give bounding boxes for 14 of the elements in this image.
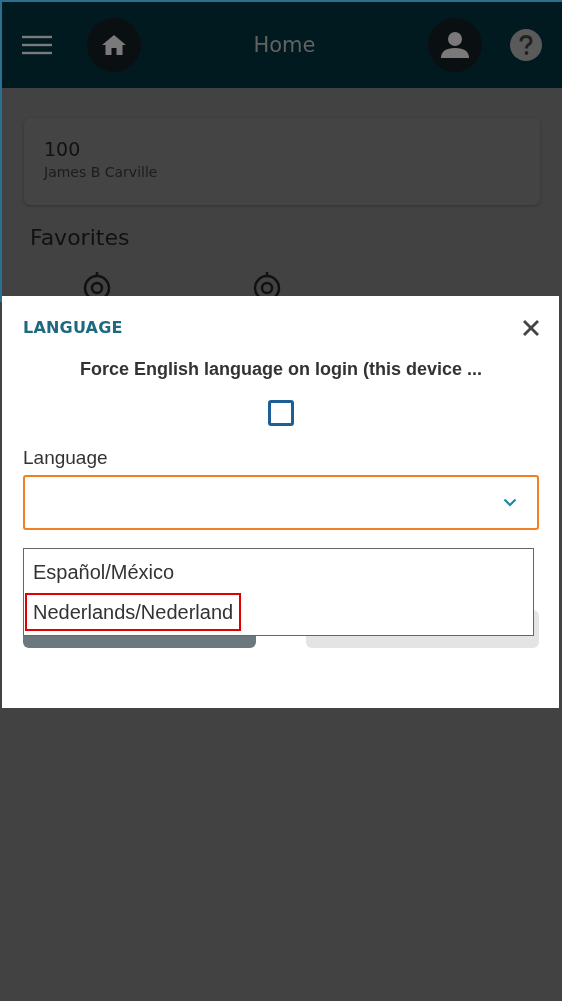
menu-icon[interactable] [22,35,52,55]
language-label: Language [23,447,109,469]
dropdown-option[interactable]: Nederlands/Nederland [25,593,242,631]
dropdown-option[interactable]: Español/México [25,553,183,591]
help-icon[interactable] [510,29,542,61]
page-title: Home [252,33,317,57]
force-english-label: Force English language on login (this device ... [78,359,484,380]
close-icon[interactable] [523,319,539,336]
checkbox[interactable] [268,400,294,426]
language-dropdown[interactable] [23,475,539,530]
home-icon [102,35,126,55]
chevron-down-icon [503,498,517,507]
dialog-title: LANGUAGE [23,318,123,337]
person-icon [441,32,469,58]
